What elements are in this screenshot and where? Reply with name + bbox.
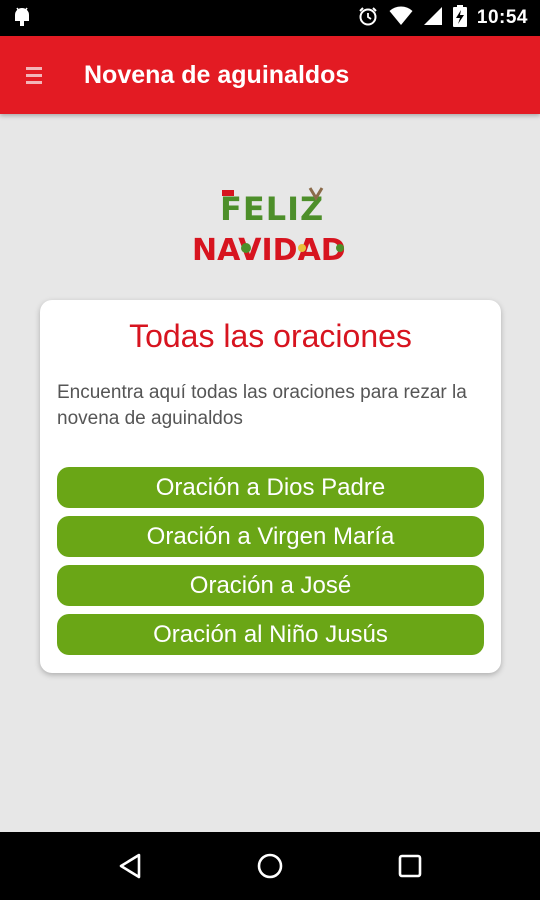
app-title: Novena de aguinaldos xyxy=(84,60,350,89)
signal-icon xyxy=(423,6,443,31)
prayer-button-dios-padre[interactable]: Oración a Dios Padre xyxy=(57,467,484,508)
hamburger-menu-icon[interactable] xyxy=(26,66,66,84)
back-icon[interactable] xyxy=(105,841,155,891)
alarm-icon xyxy=(357,5,379,32)
home-icon[interactable] xyxy=(245,841,295,891)
wifi-icon xyxy=(389,6,413,31)
prayer-button-virgen-maria[interactable]: Oración a Virgen María xyxy=(57,516,484,557)
prayers-card: Todas las oraciones Encuentra aquí todas… xyxy=(40,300,501,673)
android-debug-icon xyxy=(12,5,32,32)
logo-line-feliz: FELIZ xyxy=(220,190,324,228)
prayer-button-jose[interactable]: Oración a José xyxy=(57,565,484,606)
status-bar: 10:54 xyxy=(0,0,540,36)
navigation-bar xyxy=(0,832,540,900)
logo-line-navidad: NAVIDAD xyxy=(192,233,346,268)
card-title: Todas las oraciones xyxy=(129,318,412,354)
battery-charging-icon xyxy=(452,4,467,32)
feliz-navidad-logo: FELIZ NAVIDAD xyxy=(190,184,360,270)
recents-icon[interactable] xyxy=(385,841,435,891)
card-description: Encuentra aquí todas las oraciones para … xyxy=(57,382,467,429)
clock-time: 10:54 xyxy=(476,7,528,28)
prayer-button-nino-jesus[interactable]: Oración al Niño Jusús xyxy=(57,614,484,655)
app-bar: Novena de aguinaldos xyxy=(0,36,540,114)
